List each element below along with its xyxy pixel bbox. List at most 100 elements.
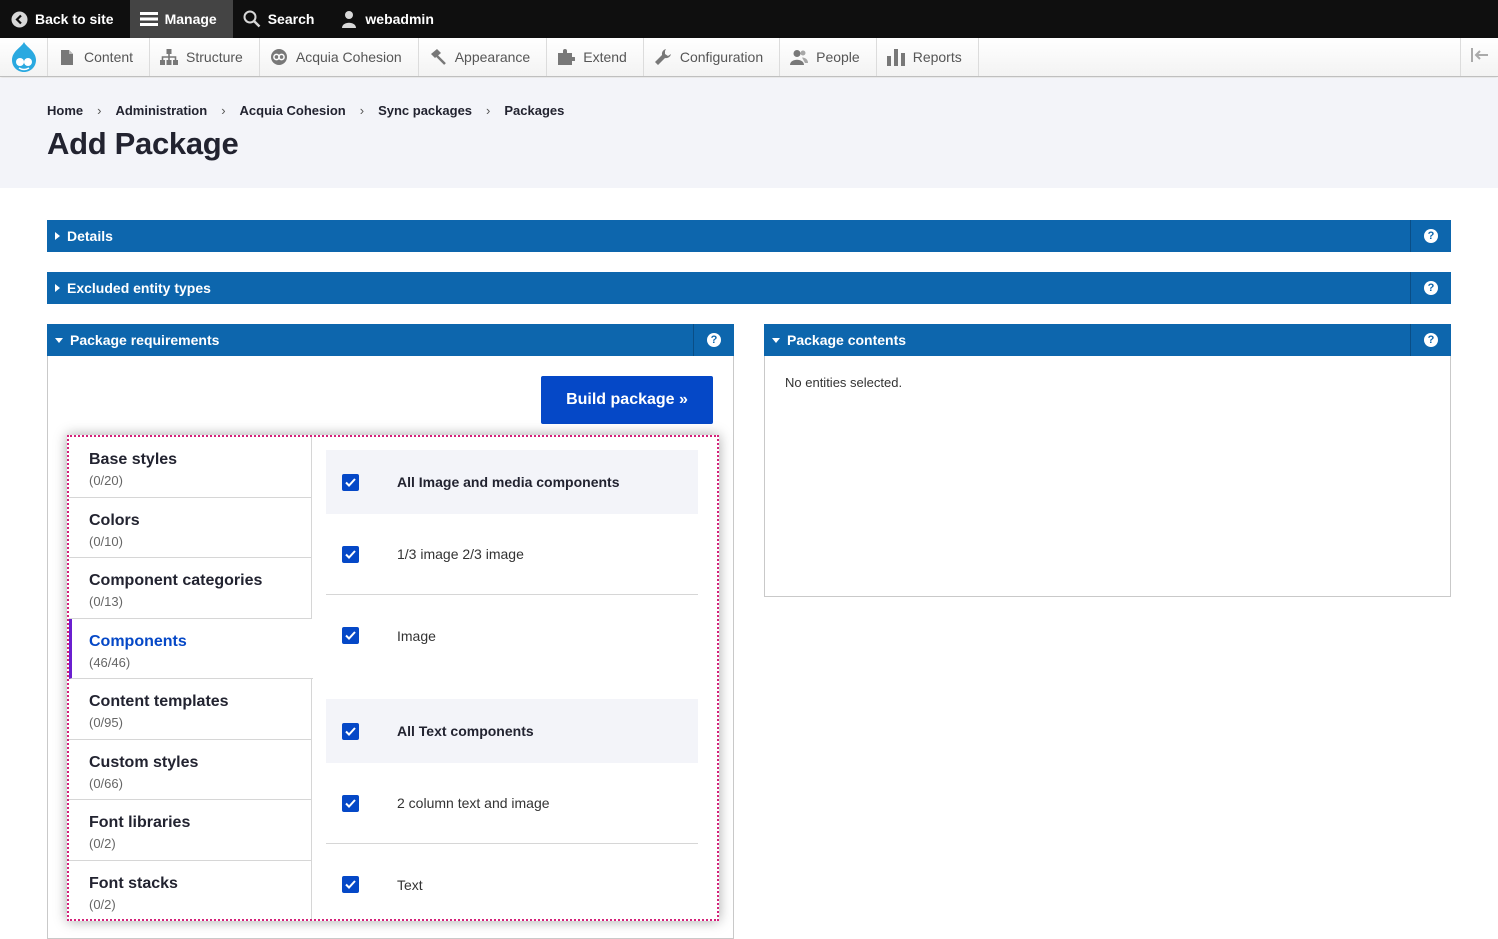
checkbox-checked[interactable] [342,627,359,644]
checkbox-checked[interactable] [342,876,359,893]
help-icon: ? [707,333,721,347]
tray-item-people[interactable]: People [780,38,877,76]
category-label: Component categories [89,572,263,589]
package-contents-panel [764,356,1451,597]
category-custom-styles[interactable]: Custom styles (0/66) [69,740,311,800]
checkbox-checked[interactable] [342,794,359,812]
collapse-arrow-icon [1470,47,1489,67]
component-rows: All Image and media components 1/3 image… [326,450,698,919]
help-icon: ? [1424,333,1438,347]
details-accordion[interactable]: Details ? [47,220,1451,252]
tray-item-content[interactable]: Content [48,38,151,76]
component-group-row[interactable]: All Image and media components [326,450,698,514]
details-help-button[interactable]: ? [1410,220,1451,252]
category-count: (0/2) [89,896,116,912]
component-group-row[interactable]: All Text components [326,699,698,763]
excluded-entity-types-title: Excluded entity types [67,280,211,296]
component-row[interactable]: 2 column text and image [326,763,698,844]
tray-item-label: People [816,49,860,65]
tray-orientation-toggle[interactable] [1460,38,1498,76]
category-count: (0/13) [89,594,123,609]
bar-chart-icon [886,48,905,66]
collapse-triangle-icon [772,337,780,343]
search-tab[interactable]: Search [233,0,331,38]
package-requirements-accordion[interactable]: Package requirements ? [47,324,734,356]
category-count: (0/20) [89,473,123,488]
collapse-triangle-icon [55,337,63,343]
category-components[interactable]: Components (46/46) [69,618,313,679]
category-component-categories[interactable]: Component categories (0/13) [69,558,311,619]
tray-item-label: Appearance [454,49,531,65]
package-contents-accordion[interactable]: Package contents ? [764,324,1451,356]
user-tab[interactable]: webadmin [330,0,449,38]
tray-item-extend[interactable]: Extend [547,38,644,76]
category-label: Font libraries [89,814,191,831]
tray-item-acquia-cohesion[interactable]: Acquia Cohesion [260,38,419,76]
wrench-icon [654,48,672,66]
excluded-help-button[interactable]: ? [1410,272,1451,304]
build-package-button[interactable]: Build package » [541,376,713,424]
component-row-label: Text [397,876,423,893]
breadcrumb-acquia-cohesion[interactable]: Acquia Cohesion [240,103,346,118]
expand-triangle-icon [55,232,60,240]
breadcrumb: Home › Administration › Acquia Cohesion … [47,103,564,118]
component-row-label: All Text components [397,723,534,739]
breadcrumb-administration[interactable]: Administration [115,103,207,118]
tray-item-reports[interactable]: Reports [877,38,979,76]
admin-toolbar: Back to site Manage Search webadmin [0,0,1498,38]
user-icon [340,10,358,28]
entity-selector: Base styles (0/20) Colors (0/10) Compone… [67,435,719,921]
tray-item-label: Structure [186,49,243,65]
hamburger-icon [139,10,158,28]
page-title: Add Package [47,126,239,161]
people-icon [790,48,809,66]
category-content-templates[interactable]: Content templates (0/95) [69,679,311,740]
breadcrumb-packages[interactable]: Packages [504,103,564,118]
tray-item-configuration[interactable]: Configuration [644,38,781,76]
document-icon [58,48,76,66]
category-font-stacks[interactable]: Font stacks (0/2) [69,861,311,920]
help-icon: ? [1424,229,1438,243]
component-row-label: 1/3 image 2/3 image [397,546,524,562]
component-row-label: 2 column text and image [397,795,550,811]
help-icon: ? [1424,281,1438,295]
paint-icon [429,48,447,66]
back-to-site-link[interactable]: Back to site [0,0,130,38]
tray-item-label: Configuration [679,49,764,65]
category-base-styles[interactable]: Base styles (0/20) [69,437,311,498]
requirements-help-button[interactable]: ? [693,324,734,356]
contents-help-button[interactable]: ? [1410,324,1451,356]
sitemap-icon [160,48,179,66]
category-label: Base styles [89,451,178,468]
category-count: (0/2) [89,836,116,851]
checkbox-checked[interactable] [342,473,359,491]
tray-item-label: Extend [583,49,627,65]
excluded-entity-types-accordion[interactable]: Excluded entity types ? [47,272,1451,304]
tray-item-structure[interactable]: Structure [150,38,260,76]
component-row[interactable]: Text [326,844,698,919]
manage-label: Manage [164,11,217,27]
search-label: Search [267,11,315,27]
component-row[interactable]: 1/3 image 2/3 image [326,514,698,595]
category-count: (46/46) [89,654,131,670]
breadcrumb-separator: › [97,103,102,118]
page-header: Home › Administration › Acquia Cohesion … [0,78,1498,188]
manage-tab[interactable]: Manage [129,0,233,38]
tray-item-appearance[interactable]: Appearance [419,38,548,76]
component-row-label: Image [397,627,436,644]
category-font-libraries[interactable]: Font libraries (0/2) [69,800,311,861]
checkbox-checked[interactable] [342,545,359,563]
drupal-logo-icon[interactable] [0,38,48,76]
category-count: (0/66) [89,775,123,791]
component-row[interactable]: Image [326,595,698,676]
breadcrumb-sync-packages[interactable]: Sync packages [378,103,472,118]
component-row-label: All Image and media components [397,474,620,490]
category-colors[interactable]: Colors (0/10) [69,498,311,558]
tray-item-label: Acquia Cohesion [295,49,402,65]
puzzle-icon [557,48,576,66]
checkbox-checked[interactable] [342,722,359,740]
breadcrumb-home[interactable]: Home [47,103,83,118]
back-to-site-label: Back to site [35,11,114,27]
category-label: Content templates [89,693,229,710]
